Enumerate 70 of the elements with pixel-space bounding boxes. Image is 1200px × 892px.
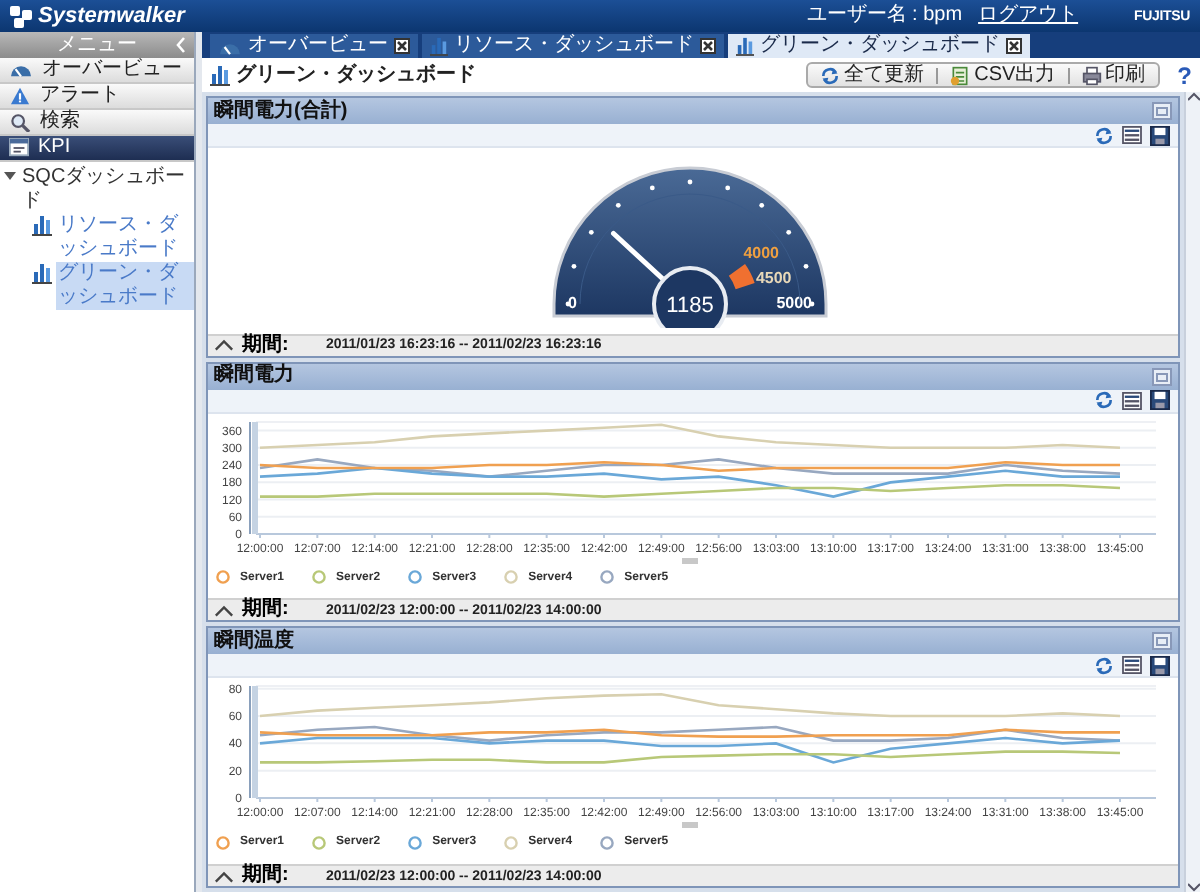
gauge-label: 4000: [743, 244, 779, 263]
help-button[interactable]: ?: [1177, 63, 1192, 87]
list-icon[interactable]: [1122, 391, 1142, 410]
refresh-icon[interactable]: [1094, 655, 1114, 676]
save-icon[interactable]: [1150, 125, 1170, 145]
bar-chart-icon: [32, 262, 52, 284]
panel-title: 瞬間電力(合計): [214, 101, 348, 121]
tab[interactable]: リソース・ダッシュボード: [422, 34, 724, 58]
close-icon[interactable]: [394, 38, 410, 54]
toolbar-button[interactable]: 全て更新: [816, 65, 929, 85]
toolbar-button[interactable]: 印刷: [1077, 65, 1150, 85]
save-icon[interactable]: [1150, 655, 1170, 676]
search-icon: [8, 112, 32, 132]
list-icon[interactable]: [1122, 126, 1142, 144]
refresh-icon: [820, 65, 841, 85]
toolbar-button[interactable]: CSV出力: [946, 65, 1060, 85]
drag-handle: [682, 557, 698, 564]
caret-up-icon[interactable]: [214, 338, 234, 353]
page-title: グリーン・ダッシュボード: [236, 65, 476, 85]
refresh-icon[interactable]: [1094, 390, 1114, 411]
tab[interactable]: オーバービュー: [210, 34, 418, 58]
menu-item[interactable]: 検索: [0, 110, 194, 136]
y-axis-line: [249, 420, 251, 535]
tree-item[interactable]: SQCダッシュボード: [20, 166, 194, 214]
gauge-icon: [8, 60, 34, 80]
bar-chart-icon: [736, 36, 754, 56]
period-label: 期間:: [242, 600, 291, 621]
gauge-label: 0: [568, 294, 577, 312]
tab[interactable]: グリーン・ダッシュボード: [728, 34, 1030, 58]
range-bar: [252, 686, 258, 799]
bar-chart-icon: [430, 36, 448, 56]
warning-icon: [8, 86, 32, 106]
refresh-icon[interactable]: [1094, 125, 1114, 145]
caret-up-icon[interactable]: [214, 869, 234, 884]
triangle-down-icon[interactable]: [4, 170, 16, 182]
menu-item[interactable]: KPI: [0, 136, 194, 162]
scrollbar[interactable]: [1184, 92, 1200, 892]
gauge-label: 5000: [776, 294, 812, 312]
app-logo: Systemwalker: [38, 5, 185, 27]
range-bar: [252, 421, 258, 534]
panel-title: 瞬間電力: [214, 366, 294, 387]
window-icon: [8, 138, 30, 158]
scroll-down-icon[interactable]: [1187, 882, 1199, 892]
period-label: 期間:: [242, 335, 291, 356]
logout-link[interactable]: ログアウト: [978, 6, 1079, 26]
y-axis-line: [249, 685, 251, 800]
sidebar-title: メニュー: [57, 35, 137, 55]
save-icon[interactable]: [1150, 390, 1170, 411]
period-label: 期間:: [242, 866, 291, 887]
user-name: ユーザー名 : bpm: [806, 6, 963, 26]
gauge-reading: 1185: [666, 294, 714, 318]
menu-item[interactable]: オーバービュー: [0, 58, 194, 84]
drag-handle: [682, 822, 698, 829]
warning-zone: [728, 264, 755, 290]
panel-title: 瞬間温度: [214, 631, 294, 652]
printer-icon: [1081, 65, 1102, 85]
bar-chart-icon: [210, 64, 230, 86]
caret-up-icon[interactable]: [214, 603, 234, 618]
bar-chart-icon: [32, 214, 52, 236]
close-icon[interactable]: [1006, 38, 1022, 54]
chevron-left-icon[interactable]: [174, 36, 186, 54]
tree-item[interactable]: リソース・ダッシュボード: [56, 214, 194, 262]
menu-item[interactable]: アラート: [0, 84, 194, 110]
spreadsheet-icon: [950, 65, 971, 85]
scroll-up-icon[interactable]: [1187, 92, 1199, 102]
list-icon[interactable]: [1122, 656, 1142, 675]
gauge-hub: [652, 266, 728, 328]
close-icon[interactable]: [700, 38, 716, 54]
gauge-label: 4500: [755, 268, 792, 287]
logo-icon: [10, 5, 32, 27]
